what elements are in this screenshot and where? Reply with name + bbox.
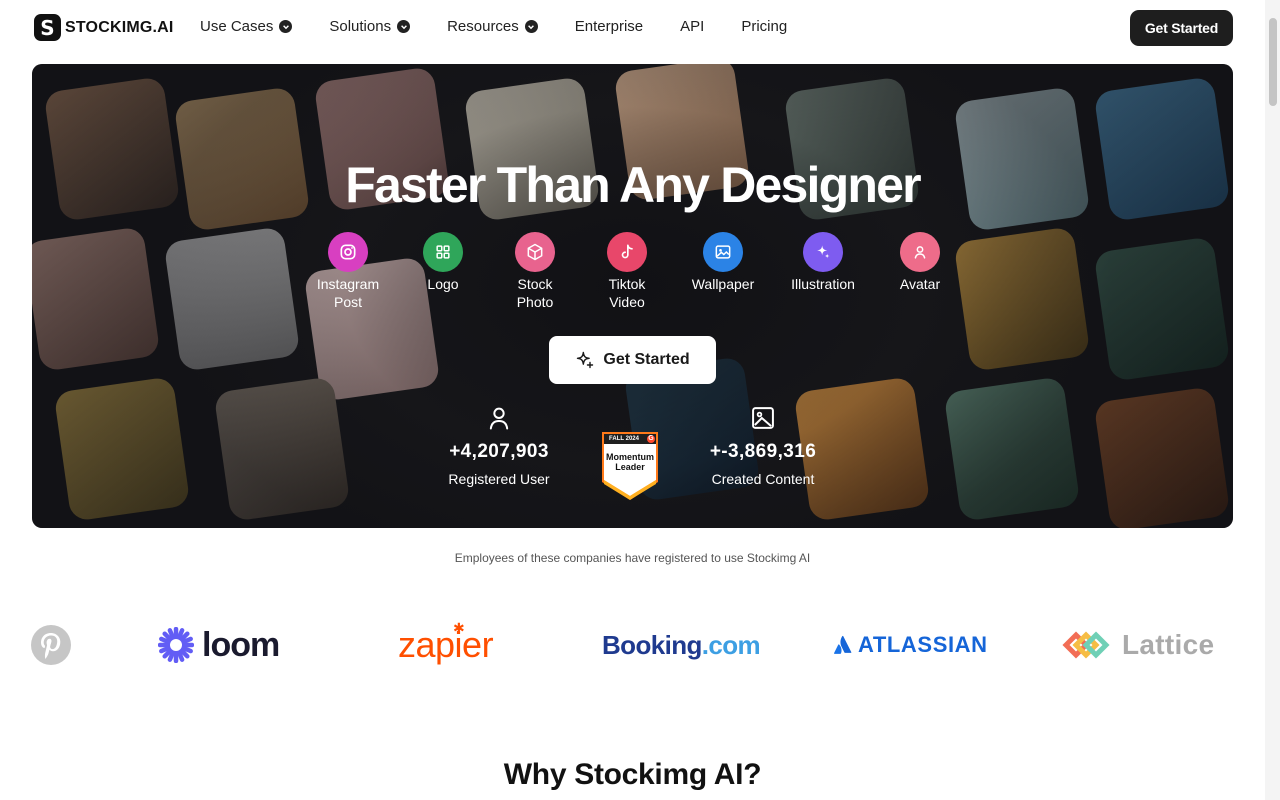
category-illustration[interactable]: Illustration <box>778 232 868 293</box>
nav-enterprise[interactable]: Enterprise <box>575 18 643 35</box>
category-list: Instagram Post Logo Stock Photo Tiktok V… <box>32 232 1233 312</box>
registered-users-label: Registered User <box>448 471 550 487</box>
atlassian-wordmark: ATLASSIAN <box>858 632 988 657</box>
category-label: Tiktok Video <box>608 276 646 310</box>
page-scrollbar[interactable] <box>1265 0 1280 800</box>
chevron-down-icon <box>524 20 538 33</box>
category-tiktok-video[interactable]: Tiktok Video <box>582 232 672 311</box>
nav-solutions[interactable]: Solutions <box>329 18 411 35</box>
lattice-logo: Lattice <box>1062 620 1214 670</box>
image-icon <box>700 404 826 437</box>
category-avatar[interactable]: Avatar <box>875 232 965 293</box>
booking-wordmark: Booking <box>602 629 702 660</box>
loom-wordmark: loom <box>202 625 280 664</box>
registered-users-count: +4,207,903 <box>449 441 549 462</box>
created-content-count: +-3,869,316 <box>709 441 817 462</box>
nav-links: Use Cases Solutions Resources Enterprise… <box>200 18 824 35</box>
nav-api[interactable]: API <box>680 18 704 35</box>
category-label: Illustration <box>791 276 855 292</box>
category-instagram-post[interactable]: Instagram Post <box>303 232 393 311</box>
nav-api-label: API <box>680 18 705 35</box>
nav-use-cases[interactable]: Use Cases <box>200 18 293 35</box>
page: S STOCKIMG.AI Use Cases Solutions Resour… <box>0 0 1280 800</box>
instagram-icon <box>328 232 368 272</box>
booking-suffix: .com <box>701 629 761 660</box>
nav-pricing-label: Pricing <box>741 18 788 35</box>
nav-enterprise-label: Enterprise <box>574 18 644 35</box>
logo-text: STOCKIMG.AI <box>65 18 174 36</box>
atlassian-icon <box>834 635 852 654</box>
pinterest-icon <box>31 625 71 665</box>
image-icon <box>703 232 743 272</box>
chevron-down-icon <box>279 20 293 33</box>
category-label: Wallpaper <box>691 276 755 292</box>
nav-use-cases-label: Use Cases <box>200 18 274 35</box>
zapier-asterisk-icon: ✱ <box>453 620 465 636</box>
hero: Faster Than Any Designer Instagram Post … <box>32 64 1233 528</box>
atlassian-logo: ATLASSIAN <box>834 620 988 670</box>
lattice-icon <box>1062 631 1110 659</box>
nav-resources[interactable]: Resources <box>447 18 538 35</box>
category-stock-photo[interactable]: Stock Photo <box>490 232 580 311</box>
badge-g2-letter: G <box>648 435 654 442</box>
chevron-down-icon <box>397 20 411 33</box>
stat-registered-users: +4,207,903 Registered User <box>439 404 559 487</box>
box-icon <box>515 232 555 272</box>
zapier-logo: zapier ✱ <box>398 620 494 670</box>
pinterest-logo <box>30 620 72 670</box>
nav-solutions-label: Solutions <box>329 18 392 35</box>
stat-created-content: +-3,869,316 Created Content <box>700 404 826 487</box>
nav-resources-label: Resources <box>447 18 519 35</box>
category-logo[interactable]: Logo <box>398 232 488 293</box>
brand-logo[interactable]: S STOCKIMG.AI <box>34 14 174 41</box>
grid-icon <box>423 232 463 272</box>
zapier-wordmark: zapier <box>398 624 494 665</box>
get-started-button[interactable]: Get Started <box>1130 10 1233 46</box>
partners-caption: Employees of these companies have regist… <box>454 551 811 565</box>
category-wallpaper[interactable]: Wallpaper <box>678 232 768 293</box>
badge-line1: Momentum <box>606 452 654 462</box>
badge-season: FALL 2024 <box>609 436 639 442</box>
category-label: Stock Photo <box>516 276 554 310</box>
category-label: Instagram Post <box>316 276 380 310</box>
loom-logo: loom <box>158 620 280 670</box>
scrollbar-thumb[interactable] <box>1269 18 1277 106</box>
loom-icon <box>158 627 194 663</box>
lattice-wordmark: Lattice <box>1122 629 1215 660</box>
category-label: Logo <box>427 276 459 292</box>
sparkle-icon <box>803 232 843 272</box>
hero-get-started-label: Get Started <box>603 351 690 368</box>
user-icon <box>439 404 559 437</box>
booking-logo: Booking .com <box>602 620 761 670</box>
tiktok-icon <box>607 232 647 272</box>
hero-get-started-button[interactable]: Get Started <box>549 336 716 384</box>
top-nav: S STOCKIMG.AI Use Cases Solutions Resour… <box>0 0 1265 56</box>
category-label: Avatar <box>899 276 941 292</box>
sparkle-icon <box>577 351 594 369</box>
logo-mark: S <box>34 14 61 41</box>
badge-line2: Leader <box>615 462 645 472</box>
g2-momentum-badge: FALL 2024 G Momentum Leader <box>600 430 660 502</box>
created-content-label: Created Content <box>711 471 815 487</box>
person-icon <box>900 232 940 272</box>
hero-title: Faster Than Any Designer <box>345 157 921 213</box>
why-section-title: Why Stockimg AI? <box>503 758 762 791</box>
nav-pricing[interactable]: Pricing <box>741 18 787 35</box>
